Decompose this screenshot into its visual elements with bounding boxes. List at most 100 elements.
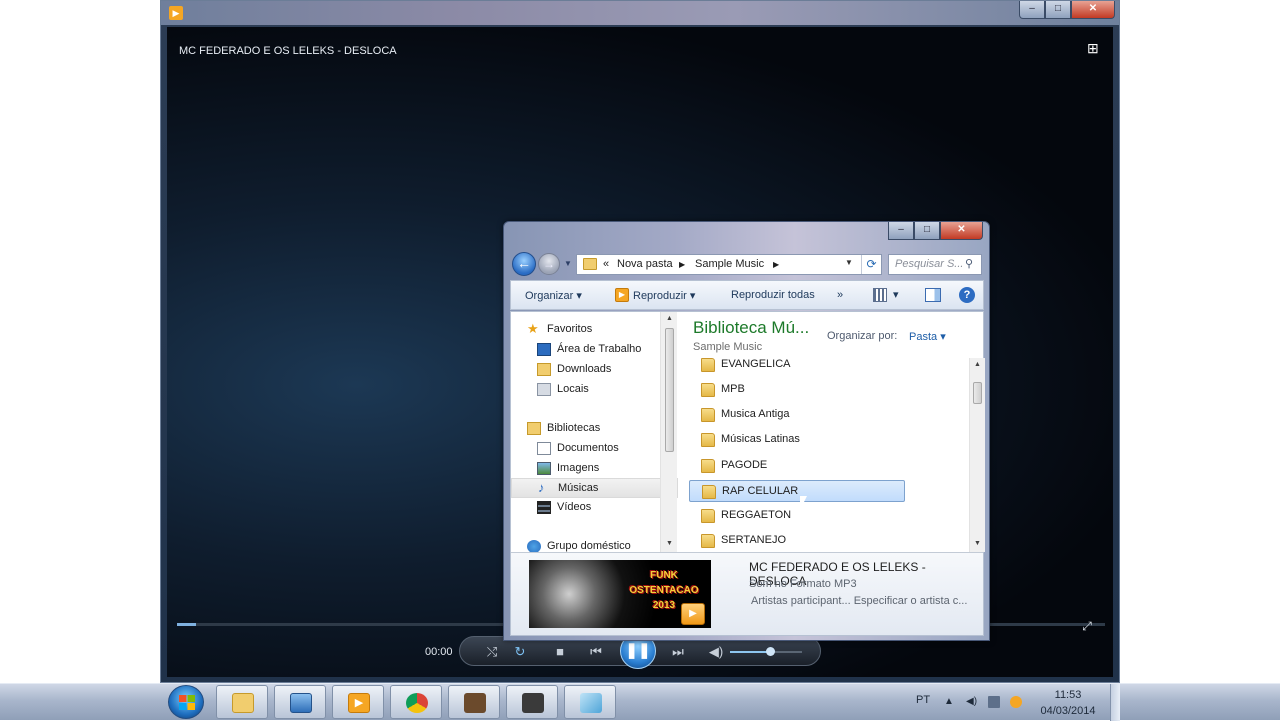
back-button[interactable]: ← bbox=[512, 252, 536, 276]
clock-date[interactable]: 04/03/2014 bbox=[1036, 705, 1100, 717]
search-input[interactable]: Pesquisar S... ⚲ bbox=[888, 254, 982, 275]
scroll-up-icon[interactable]: ▲ bbox=[974, 361, 981, 368]
minimize-button[interactable]: – bbox=[888, 222, 914, 240]
media-player-icon: ▶ bbox=[348, 693, 370, 713]
folder-icon bbox=[701, 459, 715, 473]
now-playing-title: MC FEDERADO E OS LELEKS - DESLOCA bbox=[179, 45, 397, 57]
nav-libraries[interactable]: Bibliotecas bbox=[511, 419, 678, 439]
next-icon[interactable]: ⏭ bbox=[668, 642, 688, 662]
chevron-down-icon[interactable]: ▾ bbox=[893, 288, 899, 301]
play-all-button[interactable]: Reproduzir todas bbox=[731, 289, 815, 301]
folder-item-selected[interactable]: RAP CELULAR bbox=[689, 480, 905, 502]
note-icon bbox=[580, 693, 602, 713]
preview-pane-icon[interactable] bbox=[925, 288, 941, 302]
nav-item-pictures[interactable]: Imagens bbox=[511, 459, 678, 479]
show-hidden-icons[interactable]: ▲ bbox=[944, 696, 956, 708]
maximize-button[interactable]: □ bbox=[1045, 1, 1071, 19]
history-dropdown[interactable]: ▼ bbox=[564, 259, 572, 268]
minimize-button[interactable]: – bbox=[1019, 1, 1045, 19]
taskbar-app[interactable]: ▶ bbox=[332, 685, 384, 719]
repeat-icon[interactable]: ↻ bbox=[510, 642, 530, 662]
taskbar-app[interactable] bbox=[390, 685, 442, 719]
search-icon[interactable]: ⚲ bbox=[965, 257, 973, 270]
taskbar-app[interactable] bbox=[216, 685, 268, 719]
details-pane: FUNK OSTENTACAO 2013 ▶ MC FEDERADO E OS … bbox=[511, 552, 983, 635]
forward-button[interactable]: → bbox=[538, 253, 560, 275]
taskbar-app[interactable] bbox=[564, 685, 616, 719]
start-button[interactable] bbox=[168, 685, 204, 719]
play-icon[interactable]: ▶ bbox=[615, 288, 629, 302]
breadcrumb-prefix[interactable]: « bbox=[603, 258, 609, 270]
nav-label: Área de Trabalho bbox=[557, 343, 642, 355]
nav-item-downloads[interactable]: Downloads bbox=[511, 360, 678, 380]
play-button[interactable]: Reproduzir ▾ bbox=[633, 289, 695, 302]
volume-knob[interactable] bbox=[765, 647, 775, 656]
breadcrumb-separator-icon[interactable]: ▶ bbox=[679, 260, 685, 269]
taskbar-app[interactable] bbox=[506, 685, 558, 719]
nav-label: Músicas bbox=[558, 482, 599, 494]
close-button[interactable]: ✕ bbox=[1071, 1, 1115, 19]
folder-item[interactable]: REGGAETON bbox=[689, 505, 905, 527]
speaker-icon[interactable]: ◀) bbox=[706, 642, 726, 662]
scroll-up-icon[interactable]: ▲ bbox=[666, 315, 673, 322]
speaker-icon[interactable]: ◀) bbox=[966, 696, 978, 708]
organize-button[interactable]: Organizar ▾ bbox=[525, 289, 582, 302]
nav-favorites[interactable]: ★ Favoritos bbox=[511, 320, 678, 340]
language-indicator[interactable]: PT bbox=[916, 694, 930, 706]
recent-places-icon bbox=[537, 383, 551, 396]
network-icon[interactable] bbox=[988, 696, 1000, 708]
close-button[interactable]: ✕ bbox=[940, 222, 983, 240]
folder-item[interactable]: Músicas Latinas bbox=[689, 429, 905, 451]
nav-scrollbar[interactable]: ▲ ▼ bbox=[660, 312, 677, 552]
play-icon: ▶ bbox=[681, 603, 705, 625]
nav-item-documents[interactable]: Documentos bbox=[511, 439, 678, 459]
nav-item-music[interactable]: ♪ Músicas bbox=[511, 478, 678, 498]
folder-item[interactable]: MPB bbox=[689, 379, 905, 401]
nav-scroll-thumb[interactable] bbox=[665, 328, 674, 452]
media-player-icon: ▶ bbox=[169, 6, 183, 20]
sort-dropdown[interactable]: Pasta ▾ bbox=[909, 330, 946, 343]
stop-icon[interactable]: ■ bbox=[550, 642, 570, 662]
switch-to-library-icon[interactable]: ⊞ bbox=[1087, 41, 1105, 55]
more-commands-button[interactable]: » bbox=[837, 289, 843, 301]
artist-field[interactable]: Artistas participant... Especificar o ar… bbox=[751, 595, 967, 607]
breadcrumb-item[interactable]: Sample Music bbox=[695, 258, 764, 270]
address-bar[interactable]: « Nova pasta ▶ Sample Music ▶ ▼ ⟳ bbox=[576, 254, 882, 275]
nav-item-desktop[interactable]: Área de Trabalho bbox=[511, 340, 678, 360]
volume-slider[interactable] bbox=[730, 647, 802, 656]
clock-time[interactable]: 11:53 bbox=[1040, 689, 1096, 701]
show-desktop-button[interactable] bbox=[1110, 684, 1120, 721]
maximize-button[interactable]: □ bbox=[914, 222, 940, 240]
refresh-icon[interactable]: ⟳ bbox=[861, 255, 881, 274]
folder-item[interactable]: EVANGELICA bbox=[689, 358, 905, 376]
nav-homegroup[interactable]: Grupo doméstico bbox=[511, 537, 678, 552]
taskbar-app[interactable] bbox=[448, 685, 500, 719]
taskbar-app[interactable] bbox=[274, 685, 326, 719]
folder-item[interactable]: PAGODE bbox=[689, 455, 905, 477]
player-titlebar[interactable]: ▶ – □ ✕ bbox=[161, 1, 1119, 25]
windows-logo-icon bbox=[179, 695, 195, 710]
list-scroll-thumb[interactable] bbox=[973, 382, 982, 404]
folder-item[interactable]: Musica Antiga bbox=[689, 404, 905, 426]
fullscreen-icon[interactable]: ⤢ bbox=[1079, 618, 1095, 634]
game-icon-2 bbox=[522, 693, 544, 713]
nav-label: Locais bbox=[557, 383, 589, 395]
scroll-down-icon[interactable]: ▼ bbox=[974, 540, 981, 547]
previous-icon[interactable]: ⏮ bbox=[586, 642, 606, 662]
chevron-down-icon[interactable]: ▼ bbox=[845, 258, 853, 267]
folder-name: SERTANEJO bbox=[721, 534, 786, 546]
folder-item[interactable]: SERTANEJO bbox=[689, 530, 905, 552]
list-scrollbar[interactable]: ▲ ▼ bbox=[969, 358, 985, 552]
nav-item-recent[interactable]: Locais bbox=[511, 380, 678, 400]
scroll-down-icon[interactable]: ▼ bbox=[666, 540, 673, 547]
avast-icon[interactable] bbox=[1010, 696, 1022, 708]
folder-list: EVANGELICA MPB Musica Antiga Músicas Lat… bbox=[683, 358, 985, 552]
shuffle-icon[interactable]: ⤭ bbox=[482, 642, 502, 662]
seek-progress bbox=[177, 623, 196, 626]
breadcrumb-item[interactable]: Nova pasta bbox=[617, 258, 673, 270]
nav-item-videos[interactable]: Vídeos bbox=[511, 498, 678, 518]
help-icon[interactable]: ? bbox=[959, 287, 975, 303]
star-icon: ★ bbox=[527, 321, 539, 336]
views-icon[interactable] bbox=[873, 288, 887, 302]
breadcrumb-separator-icon[interactable]: ▶ bbox=[773, 260, 779, 269]
